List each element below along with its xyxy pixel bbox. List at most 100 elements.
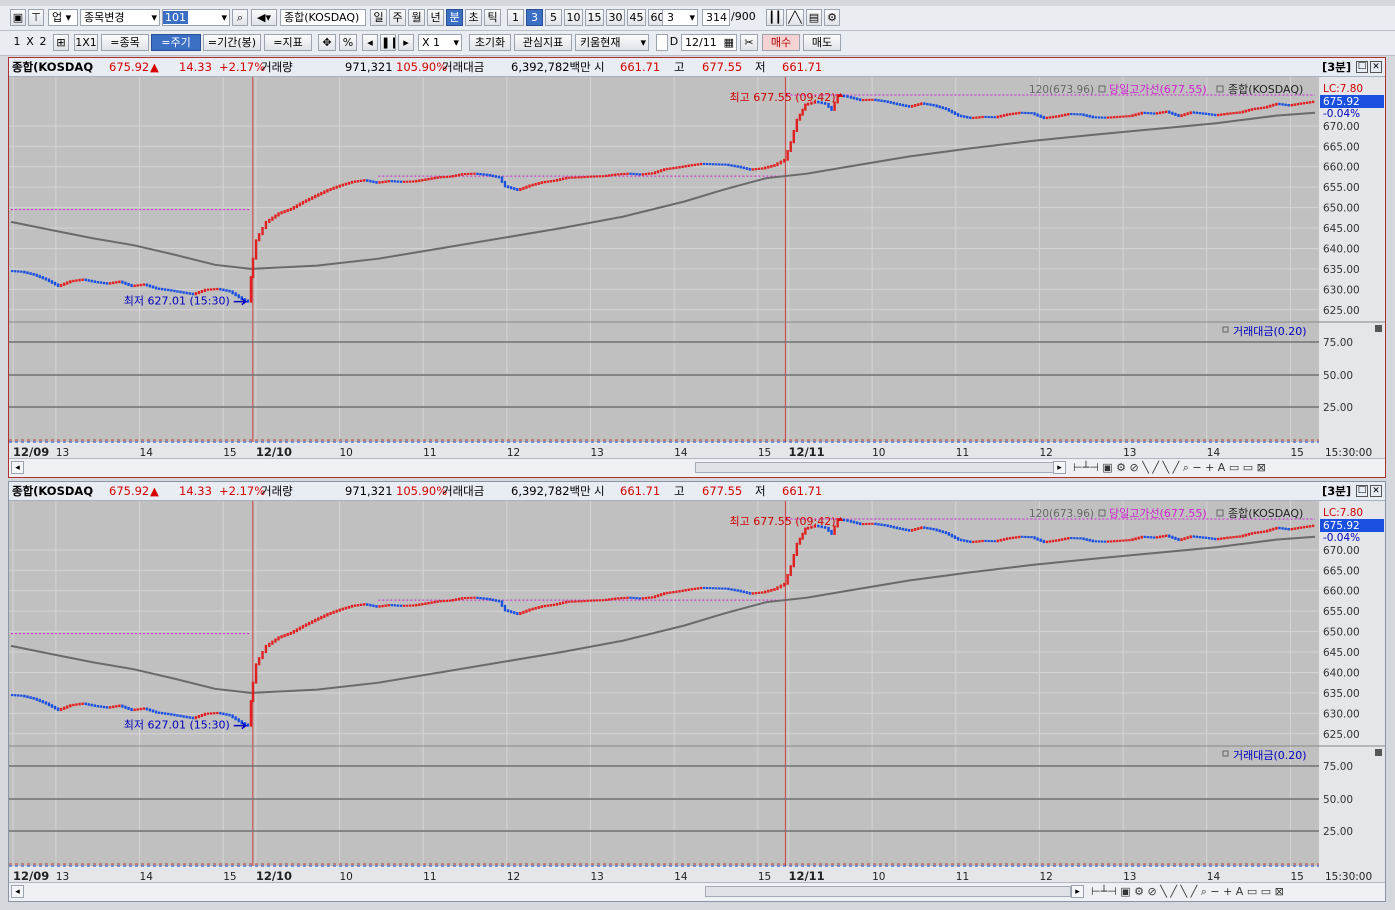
count-input[interactable]: 314 bbox=[702, 9, 730, 26]
period-button-6[interactable]: 틱 bbox=[484, 9, 501, 26]
speaker-icon[interactable]: ◀▾ bbox=[251, 9, 277, 26]
chart-scrollbar[interactable]: ◂ ▸ ⊢┴⊣ ▣ ⚙ ⊘ ╲ ╱ ╲ ╱ ⌕ − + A ▭ ▭ ⊠ bbox=[9, 882, 1385, 901]
range-sync-button[interactable]: =기간(봉) bbox=[203, 34, 261, 51]
interval-button-45[interactable]: 45 bbox=[627, 9, 646, 26]
layout-1-label[interactable]: 1 bbox=[12, 34, 22, 51]
candle bbox=[699, 586, 703, 590]
candle bbox=[1002, 114, 1006, 117]
symbol-sync-button[interactable]: =종목 bbox=[101, 34, 149, 51]
interval-button-15[interactable]: 15 bbox=[585, 9, 604, 26]
price-chart[interactable]: 670.00 665.00 660.00 655.00 650.00 645.00 640.… bbox=[9, 501, 1385, 885]
candle bbox=[669, 591, 672, 594]
zoom-select[interactable]: X 1 ▾ bbox=[418, 34, 462, 51]
scroll-left-icon[interactable]: ◂ bbox=[11, 885, 24, 898]
candle bbox=[546, 180, 550, 183]
candle bbox=[451, 598, 455, 602]
candle bbox=[274, 214, 277, 219]
period-button-4[interactable]: 분 bbox=[446, 9, 463, 26]
scroll-right-icon[interactable]: ▸ bbox=[1071, 885, 1084, 898]
candle bbox=[464, 596, 467, 600]
layout-1x1-button[interactable]: 1X1 bbox=[74, 34, 98, 51]
interval-button-30[interactable]: 30 bbox=[606, 9, 625, 26]
period-button-0[interactable]: 일 bbox=[370, 9, 387, 26]
crosshair-icon[interactable]: ✥ bbox=[318, 34, 336, 51]
scroll-thumb[interactable] bbox=[705, 886, 1071, 897]
layout-2-label[interactable]: 2 bbox=[38, 34, 48, 51]
date-checkbox[interactable] bbox=[656, 34, 668, 51]
candle bbox=[779, 584, 783, 589]
sell-button[interactable]: 매도 bbox=[803, 34, 841, 51]
scroll-left-icon[interactable]: ◂ bbox=[11, 461, 24, 474]
candle bbox=[298, 202, 302, 207]
pause-icon[interactable]: ❚❚ bbox=[380, 34, 396, 51]
buy-button[interactable]: 매수 bbox=[762, 34, 800, 51]
layout-x-label[interactable]: X bbox=[25, 34, 35, 51]
chart-tools[interactable]: ⊢┴⊣ ▣ ⚙ ⊘ ╲ ╱ ╲ ╱ ⌕ − + A ▭ ▭ ⊠ bbox=[1073, 460, 1266, 476]
candle bbox=[26, 695, 29, 699]
candle bbox=[375, 181, 378, 184]
chart-tools[interactable]: ⊢┴⊣ ▣ ⚙ ⊘ ╲ ╱ ╲ ╱ ⌕ − + A ▭ ▭ ⊠ bbox=[1091, 884, 1284, 900]
interval-select[interactable]: 3 ▾ bbox=[662, 9, 698, 26]
period-button-5[interactable]: 초 bbox=[465, 9, 482, 26]
save-icon[interactable]: ▤ bbox=[806, 9, 822, 26]
interval-button-1[interactable]: 1 bbox=[507, 9, 524, 26]
candle bbox=[396, 180, 400, 183]
indicator-sync-button[interactable]: =지표 bbox=[264, 34, 312, 51]
period-button-2[interactable]: 월 bbox=[408, 9, 425, 26]
close-icon[interactable]: ✕ bbox=[1370, 61, 1382, 73]
percent-button[interactable]: % bbox=[339, 34, 357, 51]
chart-scrollbar[interactable]: ◂ ▸ ⊢┴⊣ ▣ ⚙ ⊘ ╲ ╱ ╲ ╱ ⌕ − + A ▭ ▭ ⊠ bbox=[9, 458, 1385, 477]
candle bbox=[59, 283, 63, 288]
prev-icon[interactable]: ◂ bbox=[362, 34, 378, 51]
symbol-change-select[interactable]: 종목변경 ▾ bbox=[80, 9, 160, 26]
window-icon[interactable]: ▣ bbox=[10, 9, 26, 26]
chart-panel-bottom[interactable]: 종합(KOSDAQ 675.92 ▲ 14.33 +2.17% 거래량 971,… bbox=[8, 481, 1386, 902]
candle bbox=[1210, 537, 1214, 540]
close-icon[interactable]: ✕ bbox=[1370, 485, 1382, 497]
candle bbox=[384, 604, 387, 607]
period-button-3[interactable]: 년 bbox=[427, 9, 444, 26]
interval-button-3[interactable]: 3 bbox=[526, 9, 543, 26]
interval-button-10[interactable]: 10 bbox=[564, 9, 583, 26]
next-icon[interactable]: ▸ bbox=[398, 34, 414, 51]
candle bbox=[81, 702, 84, 705]
period-sync-button[interactable]: =주기 bbox=[151, 34, 201, 51]
candle bbox=[748, 591, 752, 595]
kiwoom-select[interactable]: 키움현재 ▾ bbox=[575, 34, 649, 51]
candle bbox=[1024, 535, 1027, 538]
candle bbox=[439, 600, 442, 603]
candle bbox=[786, 150, 789, 161]
scroll-thumb[interactable] bbox=[695, 462, 1055, 473]
maximize-icon[interactable]: □ bbox=[1356, 61, 1368, 73]
maximize-icon[interactable]: □ bbox=[1356, 485, 1368, 497]
candle bbox=[454, 174, 458, 177]
reset-button[interactable]: 초기화 bbox=[469, 34, 511, 51]
candle bbox=[1308, 101, 1312, 104]
candle bbox=[1272, 103, 1275, 107]
price-chart[interactable]: 670.00 665.00 660.00 655.00 650.00 645.00 640.… bbox=[9, 77, 1385, 461]
watch-indicator-button[interactable]: 관심지표 bbox=[514, 34, 572, 51]
scissors-icon[interactable]: ✂ bbox=[740, 34, 758, 51]
candle-icon[interactable]: ┃┃ bbox=[766, 9, 784, 26]
candle bbox=[20, 694, 23, 697]
pin-icon[interactable]: ⊤ bbox=[28, 9, 44, 26]
search-icon[interactable]: ⌕ bbox=[232, 9, 248, 26]
candle bbox=[1293, 527, 1296, 530]
period-button-1[interactable]: 주 bbox=[389, 9, 406, 26]
chart-panel-top[interactable]: 종합(KOSDAQ 675.92 ▲ 14.33 +2.17% 거래량 971,… bbox=[8, 57, 1386, 478]
symbol-code-input[interactable]: 101 ▾ bbox=[162, 9, 230, 26]
gear-icon[interactable]: ⚙ bbox=[824, 9, 840, 26]
candle bbox=[733, 164, 736, 168]
market-type-select[interactable]: 업 ▾ bbox=[48, 9, 78, 26]
date-input[interactable]: 12/11 ▦ bbox=[681, 34, 737, 51]
candle bbox=[375, 605, 378, 608]
candle bbox=[317, 617, 320, 621]
line-chart-icon[interactable]: ╱╲ bbox=[786, 9, 804, 26]
candle bbox=[356, 604, 360, 607]
candle bbox=[72, 703, 75, 707]
grid-layout-icon[interactable]: ⊞ bbox=[53, 34, 69, 51]
candle bbox=[751, 168, 755, 171]
interval-button-5[interactable]: 5 bbox=[545, 9, 562, 26]
scroll-right-icon[interactable]: ▸ bbox=[1053, 461, 1066, 474]
candle bbox=[836, 518, 839, 528]
